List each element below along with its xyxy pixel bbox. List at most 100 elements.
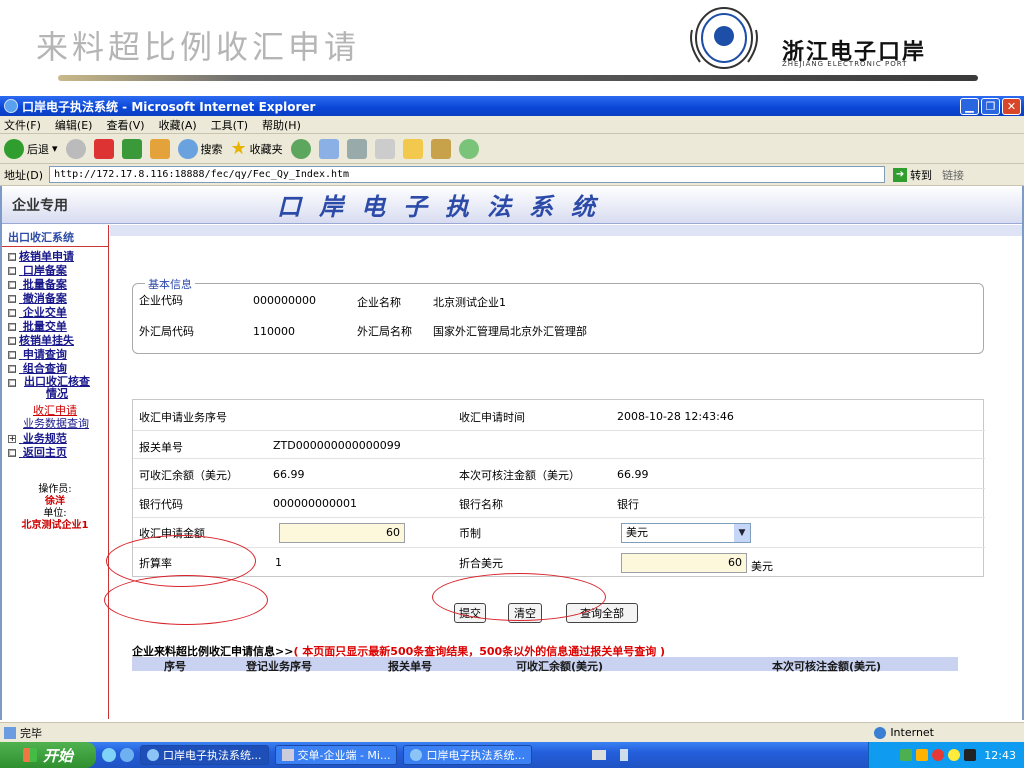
tray-icon-5[interactable] bbox=[964, 749, 977, 761]
edit-icon[interactable] bbox=[374, 138, 395, 159]
corp-code-label: 企业代码 bbox=[139, 294, 183, 307]
customs-seal-logo bbox=[690, 7, 758, 69]
history-icon[interactable] bbox=[290, 138, 311, 159]
sidebar-item-combo-query[interactable]: □ 组合查询 bbox=[2, 362, 108, 376]
col-reg-seq: 登记业务序号 bbox=[246, 660, 312, 673]
ie-quicklaunch-icon[interactable] bbox=[120, 748, 134, 762]
minimize-button[interactable]: ▁ bbox=[960, 97, 979, 115]
close-button[interactable]: ✕ bbox=[1002, 97, 1021, 115]
start-button[interactable]: 开始 bbox=[0, 742, 96, 768]
task-ie-1[interactable]: 口岸电子执法系统... bbox=[140, 745, 269, 765]
menu-edit[interactable]: 编辑(E) bbox=[55, 117, 93, 133]
top-strip bbox=[110, 225, 1022, 236]
ie-window: 口岸电子执法系统 - Microsoft Internet Explorer ▁… bbox=[0, 96, 1024, 768]
tray-icon-2[interactable] bbox=[916, 749, 929, 761]
fx-code-label: 外汇局代码 bbox=[139, 325, 194, 338]
bank-code-value: 000000000001 bbox=[273, 497, 357, 510]
folder-icon[interactable] bbox=[402, 138, 423, 159]
bank-name-value: 银行 bbox=[617, 498, 639, 511]
status-bar: 完毕 Internet bbox=[0, 722, 1024, 742]
windows-flag-icon bbox=[22, 748, 37, 762]
task-ie-2[interactable]: 口岸电子执法系统... bbox=[403, 745, 532, 765]
search-icon bbox=[177, 138, 198, 159]
unit-label: 单位: bbox=[43, 508, 67, 519]
sidebar-item-batch-record[interactable]: □ 批量备案 bbox=[2, 278, 108, 292]
sidebar-sub-data-query[interactable]: 业务数据查询 bbox=[16, 417, 96, 430]
sidebar-item-regulations[interactable]: + 业务规范 bbox=[2, 432, 108, 446]
back-button[interactable]: 后退 ▾ bbox=[4, 138, 58, 159]
task-submit-client[interactable]: 交单-企业端 - Mi... bbox=[274, 745, 398, 765]
amount-input[interactable]: 60 bbox=[279, 523, 405, 543]
search-button[interactable]: 搜索 bbox=[177, 138, 223, 159]
mail-icon[interactable] bbox=[318, 138, 339, 159]
menu-tools[interactable]: 工具(T) bbox=[211, 117, 248, 133]
maximize-button[interactable]: ❐ bbox=[981, 97, 1000, 115]
window-title: 口岸电子执法系统 - Microsoft Internet Explorer bbox=[22, 99, 316, 114]
col-verify: 本次可核注金额(美元) bbox=[772, 660, 882, 673]
favorites-button[interactable]: ★ 收藏夹 bbox=[231, 138, 283, 159]
menu-favorites[interactable]: 收藏(A) bbox=[159, 117, 197, 133]
research-icon[interactable] bbox=[430, 138, 451, 159]
sidebar-item-home[interactable]: □ 返回主页 bbox=[2, 446, 108, 460]
seq-label: 收汇申请业务序号 bbox=[139, 411, 227, 424]
sidebar-item-verify-apply[interactable]: □ 核销单申请 bbox=[2, 250, 108, 264]
menu-file[interactable]: 文件(F) bbox=[4, 117, 41, 133]
sidebar-item-batch-submit[interactable]: □ 批量交单 bbox=[2, 320, 108, 334]
back-arrow-icon bbox=[4, 138, 24, 159]
chevron-down-icon[interactable]: ▼ bbox=[734, 524, 750, 542]
sidebar-item-submit[interactable]: □ 企业交单 bbox=[2, 306, 108, 320]
bank-code-label: 银行代码 bbox=[139, 498, 183, 511]
system-tray: 12:43 bbox=[868, 742, 1024, 768]
forward-arrow-icon[interactable] bbox=[65, 138, 86, 159]
messenger-icon[interactable] bbox=[458, 138, 479, 159]
print-icon[interactable] bbox=[346, 138, 367, 159]
sidebar-sub-collect-apply[interactable]: 收汇申请 bbox=[2, 404, 108, 417]
verify-amount-value: 66.99 bbox=[617, 468, 649, 481]
sidebar: 出口收汇系统 □ 核销单申请 □ 口岸备案 □ 批量备案 □ 撤消备案 □ 企业交… bbox=[2, 225, 109, 719]
operator-name: 徐洋 bbox=[45, 496, 65, 507]
title-underline bbox=[58, 75, 978, 81]
home-icon[interactable] bbox=[149, 138, 170, 159]
go-button[interactable]: ➔ 转到 bbox=[893, 167, 932, 183]
quicklaunch-icon[interactable] bbox=[102, 748, 116, 762]
sidebar-item-loss-report[interactable]: □ 核销单挂失 bbox=[2, 334, 108, 348]
toolbar: 后退 ▾ 搜索 ★ 收藏夹 bbox=[0, 134, 1024, 164]
tray-icon-4[interactable] bbox=[948, 749, 961, 761]
menu-bar: 文件(F) 编辑(E) 查看(V) 收藏(A) 工具(T) 帮助(H) bbox=[0, 116, 1024, 134]
basic-info-fieldset: 基本信息 企业代码 000000000 企业名称 北京测试企业1 外汇局代码 1… bbox=[132, 276, 984, 354]
security-zone: Internet bbox=[874, 726, 934, 739]
sidebar-group-check[interactable]: □ 出口收汇核查情况 bbox=[2, 376, 108, 404]
menu-help[interactable]: 帮助(H) bbox=[262, 117, 301, 133]
tray-icon-1[interactable] bbox=[900, 749, 913, 761]
corp-name-label: 企业名称 bbox=[357, 296, 401, 309]
currency-select[interactable]: 美元 ▼ bbox=[621, 523, 751, 543]
sidebar-item-apply-query[interactable]: □ 申请查询 bbox=[2, 348, 108, 362]
currency-label: 币制 bbox=[459, 527, 481, 540]
annotation-ellipse-currency bbox=[432, 573, 606, 621]
address-input[interactable]: http://172.17.8.116:18888/fec/qy/Fec_Qy_… bbox=[49, 166, 886, 183]
fx-name-label: 外汇局名称 bbox=[357, 325, 412, 338]
fx-code-value: 110000 bbox=[253, 325, 295, 338]
keyboard-icon[interactable] bbox=[591, 750, 606, 760]
verify-amount-label: 本次可核注金额（美元） bbox=[459, 469, 580, 482]
tray-icon-3[interactable] bbox=[932, 749, 945, 761]
usd-amount-input[interactable]: 60 bbox=[621, 553, 747, 573]
sidebar-item-cancel-record[interactable]: □ 撤消备案 bbox=[2, 292, 108, 306]
star-icon: ★ bbox=[230, 138, 247, 159]
basic-info-legend: 基本信息 bbox=[145, 276, 195, 292]
unit-name: 北京测试企业1 bbox=[21, 520, 89, 531]
stop-icon[interactable] bbox=[93, 138, 114, 159]
system-banner: 企业专用 口岸电子执法系统 bbox=[2, 186, 1022, 224]
declaration-label: 报关单号 bbox=[139, 441, 183, 454]
refresh-icon[interactable] bbox=[121, 138, 142, 159]
col-declaration: 报关单号 bbox=[388, 660, 432, 673]
clock: 12:43 bbox=[984, 748, 1016, 762]
menu-view[interactable]: 查看(V) bbox=[106, 117, 144, 133]
application-form: 收汇申请业务序号 收汇申请时间 2008-10-28 12:43:46 报关单号… bbox=[132, 399, 985, 577]
operator-label: 操作员: bbox=[38, 484, 72, 495]
window-titlebar[interactable]: 口岸电子执法系统 - Microsoft Internet Explorer ▁… bbox=[0, 96, 1024, 116]
usd-label: 折合美元 bbox=[459, 557, 503, 570]
network-icon[interactable] bbox=[619, 749, 628, 761]
links-button[interactable]: 链接 bbox=[942, 167, 964, 183]
sidebar-item-port-record[interactable]: □ 口岸备案 bbox=[2, 264, 108, 278]
